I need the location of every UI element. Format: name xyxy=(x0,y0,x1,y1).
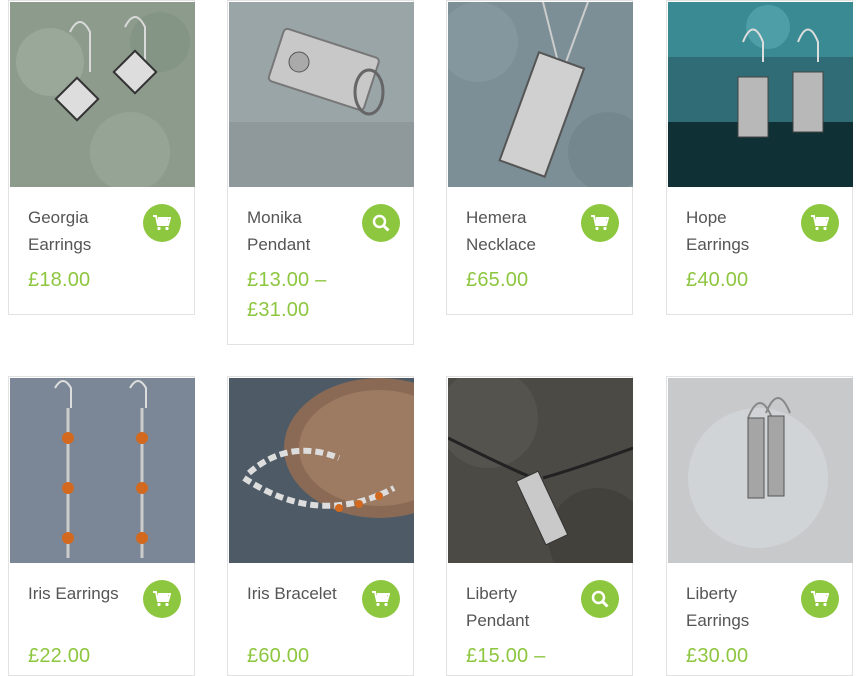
product-image[interactable] xyxy=(229,2,414,187)
product-card: Hemera Necklace £65.00 xyxy=(446,0,633,315)
product-card: Georgia Earrings £18.00 xyxy=(8,0,195,315)
product-image[interactable] xyxy=(668,378,853,563)
product-name[interactable]: Liberty Earrings xyxy=(686,580,786,634)
add-to-cart-button[interactable] xyxy=(143,580,181,618)
product-price: £18.00 xyxy=(28,269,91,291)
product-name[interactable]: Hemera Necklace xyxy=(466,204,566,258)
cart-icon xyxy=(591,215,609,231)
select-options-button[interactable] xyxy=(362,204,400,242)
product-image[interactable] xyxy=(668,2,853,187)
product-price: £40.00 xyxy=(686,269,749,291)
product-card: Iris Earrings £22.00 xyxy=(8,376,195,676)
product-name[interactable]: Hope Earrings xyxy=(686,204,786,258)
add-to-cart-button[interactable] xyxy=(581,204,619,242)
product-name[interactable]: Iris Bracelet xyxy=(247,580,347,607)
product-card: Liberty Earrings £30.00 xyxy=(666,376,853,676)
cart-icon xyxy=(153,591,171,607)
cart-icon xyxy=(811,215,829,231)
product-price: £15.00 – xyxy=(466,645,546,667)
product-image[interactable] xyxy=(448,2,633,187)
product-card: Iris Bracelet £60.00 xyxy=(227,376,414,676)
add-to-cart-button[interactable] xyxy=(801,580,839,618)
product-image[interactable] xyxy=(229,378,414,563)
product-price: £30.00 xyxy=(686,645,749,667)
add-to-cart-button[interactable] xyxy=(362,580,400,618)
product-price: £65.00 xyxy=(466,269,529,291)
product-price: £13.00 – £31.00 xyxy=(247,269,327,321)
magnifier-icon xyxy=(372,214,390,232)
product-name[interactable]: Iris Earrings xyxy=(28,580,128,607)
product-card: Liberty Pendant £15.00 – xyxy=(446,376,633,676)
magnifier-icon xyxy=(591,590,609,608)
product-card: Monika Pendant £13.00 – £31.00 xyxy=(227,0,414,345)
product-name[interactable]: Monika Pendant xyxy=(247,204,347,258)
product-name[interactable]: Georgia Earrings xyxy=(28,204,128,258)
select-options-button[interactable] xyxy=(581,580,619,618)
product-name[interactable]: Liberty Pendant xyxy=(466,580,566,634)
product-image[interactable] xyxy=(448,378,633,563)
product-card: Hope Earrings £40.00 xyxy=(666,0,853,315)
add-to-cart-button[interactable] xyxy=(143,204,181,242)
product-price: £22.00 xyxy=(28,645,91,667)
cart-icon xyxy=(153,215,171,231)
product-image[interactable] xyxy=(10,378,195,563)
cart-icon xyxy=(811,591,829,607)
product-image[interactable] xyxy=(10,2,195,187)
product-price: £60.00 xyxy=(247,645,310,667)
add-to-cart-button[interactable] xyxy=(801,204,839,242)
cart-icon xyxy=(372,591,390,607)
